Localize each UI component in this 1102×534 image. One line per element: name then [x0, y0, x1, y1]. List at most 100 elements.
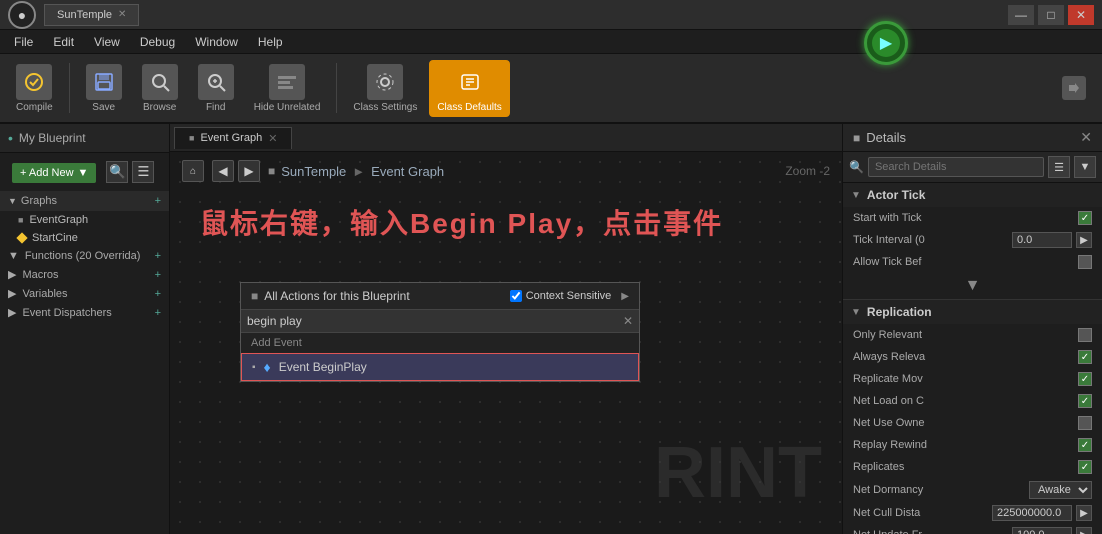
menu-view[interactable]: View — [84, 33, 130, 51]
actor-tick-expand-icon[interactable]: ▼ — [965, 277, 981, 295]
window-controls: — □ ✕ — [1008, 5, 1094, 25]
details-options-button[interactable]: ▼ — [1074, 156, 1096, 178]
replicates-checkbox[interactable] — [1078, 460, 1092, 474]
close-button[interactable]: ✕ — [1068, 5, 1094, 25]
tick-interval-btn[interactable]: ▶ — [1076, 232, 1092, 248]
start-with-tick-row: Start with Tick — [843, 207, 1102, 229]
net-load-on-c-checkbox[interactable] — [1078, 394, 1092, 408]
details-panel-title: Details — [866, 130, 906, 145]
expand-panel-tool[interactable] — [1054, 72, 1094, 104]
menu-help[interactable]: Help — [248, 33, 293, 51]
close-icon[interactable]: ✕ — [118, 9, 126, 20]
event-dispatchers-section[interactable]: ▶ Event Dispatchers + — [0, 303, 169, 322]
context-sensitive-arrow-icon: ▶ — [621, 291, 629, 302]
class-defaults-tool[interactable]: Class Defaults — [429, 60, 509, 117]
variables-section[interactable]: ▶ Variables + — [0, 284, 169, 303]
tick-interval-value: ▶ — [1012, 232, 1092, 248]
menu-file[interactable]: File — [4, 33, 43, 51]
forward-nav-button[interactable]: ▶ — [238, 160, 260, 182]
context-sensitive-checkbox[interactable] — [510, 290, 522, 302]
net-cull-dist-input[interactable] — [992, 505, 1072, 521]
menu-window[interactable]: Window — [185, 33, 248, 51]
save-tool[interactable]: Save — [78, 60, 130, 117]
actor-tick-arrow-icon: ▼ — [851, 190, 861, 201]
hide-unrelated-label: Hide Unrelated — [254, 102, 321, 113]
add-new-button[interactable]: + Add New ▼ — [12, 163, 96, 183]
canvas-area[interactable]: ⌂ ◀ ▶ ■ SunTemple ► Event Graph Zoom -2 … — [170, 152, 842, 534]
net-dormancy-row: Net Dormancy Awake — [843, 478, 1102, 502]
details-search-input[interactable] — [868, 157, 1044, 177]
always-releva-checkbox[interactable] — [1078, 350, 1092, 364]
toolbar-divider-2 — [336, 63, 337, 113]
start-with-tick-checkbox[interactable] — [1078, 211, 1092, 225]
class-settings-tool[interactable]: Class Settings — [345, 60, 425, 117]
ue-logo[interactable]: ● — [8, 1, 36, 29]
class-settings-icon — [367, 64, 403, 100]
home-nav-button[interactable]: ⌂ — [182, 160, 204, 182]
graphs-section-header[interactable]: ▼ Graphs + — [0, 191, 169, 211]
add-macro-icon[interactable]: + — [155, 269, 161, 281]
actions-search-clear-icon[interactable]: ✕ — [623, 314, 633, 328]
only-relevant-checkbox[interactable] — [1078, 328, 1092, 342]
search-toggle-button[interactable]: 🔍 — [106, 161, 128, 183]
details-scroll-area: ▼ Actor Tick Start with Tick Tick Interv… — [843, 183, 1102, 534]
event-graph-item[interactable]: ■ EventGraph — [0, 211, 169, 229]
tab-sun-temple[interactable]: SunTemple ✕ — [44, 4, 139, 26]
replay-rewind-label: Replay Rewind — [853, 439, 1078, 451]
replay-rewind-checkbox[interactable] — [1078, 438, 1092, 452]
always-releva-row: Always Releva — [843, 346, 1102, 368]
tick-interval-input[interactable] — [1012, 232, 1072, 248]
back-nav-button[interactable]: ◀ — [212, 160, 234, 182]
details-panel-header: ■ Details ✕ — [843, 124, 1102, 152]
find-label: Find — [206, 102, 225, 113]
title-bar: ● SunTemple ✕ ▶ — □ ✕ — [0, 0, 1102, 30]
add-variable-icon[interactable]: + — [155, 288, 161, 300]
details-search-icon: 🔍 — [849, 160, 864, 174]
canvas-tab-close-icon[interactable]: ✕ — [268, 132, 277, 145]
menu-bar: File Edit View Debug Window Help — [0, 30, 1102, 54]
view-options-button[interactable]: ☰ — [132, 161, 154, 183]
net-update-fr-input[interactable] — [1012, 527, 1072, 534]
hide-unrelated-icon — [269, 64, 305, 100]
net-update-fr-btn[interactable]: ▶ — [1076, 527, 1092, 534]
add-dispatcher-icon[interactable]: + — [155, 307, 161, 319]
main-layout: • My Blueprint + Add New ▼ 🔍 ☰ ▼ Graphs … — [0, 124, 1102, 534]
details-panel-close-button[interactable]: ✕ — [1080, 129, 1092, 146]
details-search-bar: 🔍 ☰ ▼ — [843, 152, 1102, 183]
circle-action-button[interactable]: ▶ — [864, 21, 908, 65]
event-graph-grid-icon: ■ — [18, 215, 23, 225]
replication-section-header[interactable]: ▼ Replication — [843, 300, 1102, 324]
menu-edit[interactable]: Edit — [43, 33, 84, 51]
macros-section[interactable]: ▶ Macros + — [0, 265, 169, 284]
event-graph-tab[interactable]: ■ Event Graph ✕ — [174, 127, 292, 149]
tick-interval-row: Tick Interval (0 ▶ — [843, 229, 1102, 251]
minimize-button[interactable]: — — [1008, 5, 1034, 25]
net-dormancy-select[interactable]: Awake — [1029, 481, 1092, 499]
actions-search-input[interactable] — [247, 314, 623, 328]
start-cine-label: StartCine — [32, 232, 78, 244]
tab-label: SunTemple — [57, 9, 112, 21]
allow-tick-bef-checkbox[interactable] — [1078, 255, 1092, 269]
net-cull-dist-btn[interactable]: ▶ — [1076, 505, 1092, 521]
replicate-mov-checkbox[interactable] — [1078, 372, 1092, 386]
maximize-button[interactable]: □ — [1038, 5, 1064, 25]
context-sensitive-check[interactable]: Context Sensitive — [510, 290, 612, 302]
add-function-icon[interactable]: + — [155, 250, 161, 262]
actor-tick-section-header[interactable]: ▼ Actor Tick — [843, 183, 1102, 207]
net-use-owne-checkbox[interactable] — [1078, 416, 1092, 430]
start-cine-item[interactable]: StartCine — [0, 229, 169, 247]
menu-debug[interactable]: Debug — [130, 33, 185, 51]
center-canvas: ■ Event Graph ✕ ⌂ ◀ ▶ ■ SunTemple ► Even… — [170, 124, 842, 534]
browse-tool[interactable]: Browse — [134, 60, 186, 117]
functions-section[interactable]: ▼ Functions (20 Overrida) + — [0, 247, 169, 265]
event-begin-play-item[interactable]: ▪ ♦ Event BeginPlay — [241, 353, 639, 381]
add-graph-icon[interactable]: + — [155, 195, 161, 207]
allow-tick-bef-value — [1078, 255, 1092, 269]
event-diamond-icon: ♦ — [264, 359, 271, 375]
find-tool[interactable]: Find — [190, 60, 242, 117]
hide-unrelated-tool[interactable]: Hide Unrelated — [246, 60, 329, 117]
add-new-dropdown-icon: ▼ — [78, 167, 89, 179]
details-list-view-button[interactable]: ☰ — [1048, 156, 1070, 178]
compile-tool[interactable]: Compile — [8, 60, 61, 117]
allow-tick-bef-label: Allow Tick Bef — [853, 256, 1078, 268]
